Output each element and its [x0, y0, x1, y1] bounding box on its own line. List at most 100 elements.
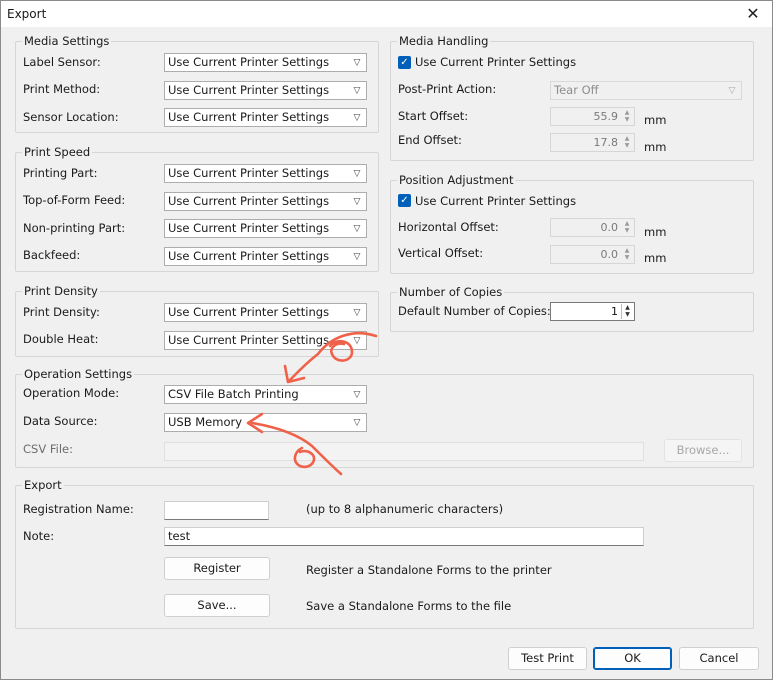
chevron-down-icon: ▽	[353, 308, 361, 318]
post-print-action-label: Post-Print Action:	[398, 82, 497, 96]
vertical-offset-spinner[interactable]: 0.0 ▲ ▼	[550, 245, 635, 264]
dialog-title: Export	[7, 7, 47, 21]
chevron-down-icon: ▽	[353, 390, 361, 400]
horizontal-offset-label: Horizontal Offset:	[398, 220, 499, 234]
backfeed-combo[interactable]: Use Current Printer Settings ▽	[164, 247, 367, 266]
csv-file-field[interactable]	[164, 442, 644, 461]
printing-part-combo[interactable]: Use Current Printer Settings ▽	[164, 164, 367, 183]
registration-name-label: Registration Name:	[23, 502, 134, 516]
export-title: Export	[22, 478, 64, 492]
spinner-arrows-icon[interactable]: ▲ ▼	[621, 135, 633, 150]
data-source-value: USB Memory	[168, 415, 243, 429]
printing-part-value: Use Current Printer Settings	[168, 166, 330, 180]
vertical-offset-label: Vertical Offset:	[398, 246, 484, 260]
operation-mode-combo[interactable]: CSV File Batch Printing ▽	[164, 385, 367, 404]
checkmark-icon: ✓	[400, 57, 409, 68]
horizontal-offset-unit: mm	[644, 225, 667, 239]
horizontal-offset-value: 0.0	[600, 221, 619, 234]
printing-part-label: Printing Part:	[23, 166, 98, 180]
registration-name-hint: (up to 8 alphanumeric characters)	[306, 502, 504, 516]
print-density-combo[interactable]: Use Current Printer Settings ▽	[164, 303, 367, 322]
browse-button[interactable]: Browse...	[664, 439, 742, 462]
number-of-copies-title: Number of Copies	[397, 285, 505, 299]
double-heat-value: Use Current Printer Settings	[168, 333, 330, 347]
post-print-action-combo[interactable]: Tear Off ▽	[550, 81, 742, 100]
end-offset-spinner[interactable]: 17.8 ▲ ▼	[550, 133, 635, 152]
end-offset-label: End Offset:	[398, 133, 462, 147]
export-dialog: Export ✕ Media Settings Label Sensor: Us…	[0, 0, 773, 680]
chevron-down-icon: ▽	[728, 86, 736, 96]
sensor-location-combo[interactable]: Use Current Printer Settings ▽	[164, 108, 367, 127]
print-density-value: Use Current Printer Settings	[168, 305, 330, 319]
position-adjustment-title: Position Adjustment	[397, 173, 516, 187]
media-handling-checkbox[interactable]: ✓	[398, 56, 411, 69]
backfeed-value: Use Current Printer Settings	[168, 249, 330, 263]
print-method-value: Use Current Printer Settings	[168, 83, 330, 97]
default-copies-value: 1	[611, 305, 618, 318]
chevron-down-icon: ▽	[353, 169, 361, 179]
media-handling-title: Media Handling	[397, 34, 491, 48]
test-print-button[interactable]: Test Print	[508, 647, 587, 670]
operation-settings-title: Operation Settings	[22, 367, 135, 381]
operation-mode-label: Operation Mode:	[23, 386, 120, 400]
chevron-down-icon: ▽	[353, 252, 361, 262]
chevron-down-icon: ▽	[353, 113, 361, 123]
post-print-action-value: Tear Off	[554, 83, 599, 97]
chevron-down-icon: ▽	[353, 86, 361, 96]
spinner-arrows-icon[interactable]: ▲ ▼	[621, 247, 633, 262]
spinner-arrows-icon[interactable]: ▲ ▼	[621, 304, 633, 319]
print-method-combo[interactable]: Use Current Printer Settings ▽	[164, 81, 367, 100]
media-handling-use-current-label: Use Current Printer Settings	[415, 55, 577, 69]
top-of-form-feed-value: Use Current Printer Settings	[168, 194, 330, 208]
top-of-form-feed-combo[interactable]: Use Current Printer Settings ▽	[164, 192, 367, 211]
default-copies-spinner[interactable]: 1 ▲ ▼	[550, 302, 635, 321]
position-adjustment-checkbox[interactable]: ✓	[398, 194, 411, 207]
media-settings-title: Media Settings	[22, 34, 112, 48]
position-adjustment-use-current-label: Use Current Printer Settings	[415, 194, 577, 208]
operation-mode-value: CSV File Batch Printing	[168, 387, 299, 401]
end-offset-value: 17.8	[593, 136, 619, 149]
print-density-title: Print Density	[22, 284, 100, 298]
registration-name-field[interactable]	[164, 501, 269, 520]
title-bar: Export ✕	[1, 1, 772, 27]
cancel-button[interactable]: Cancel	[679, 647, 759, 670]
double-heat-combo[interactable]: Use Current Printer Settings ▽	[164, 331, 367, 350]
print-method-label: Print Method:	[23, 82, 101, 96]
vertical-offset-unit: mm	[644, 251, 667, 265]
top-of-form-feed-label: Top-of-Form Feed:	[23, 193, 126, 207]
double-heat-label: Double Heat:	[23, 332, 99, 346]
chevron-down-icon: ▽	[353, 224, 361, 234]
start-offset-unit: mm	[644, 113, 667, 127]
register-button[interactable]: Register	[164, 557, 270, 580]
note-field[interactable]: test	[164, 527, 644, 546]
default-copies-label: Default Number of Copies:	[398, 304, 551, 318]
start-offset-spinner[interactable]: 55.9 ▲ ▼	[550, 107, 635, 126]
label-sensor-label: Label Sensor:	[23, 55, 101, 69]
horizontal-offset-spinner[interactable]: 0.0 ▲ ▼	[550, 218, 635, 237]
checkmark-icon: ✓	[400, 195, 409, 206]
register-description: Register a Standalone Forms to the print…	[306, 563, 552, 577]
print-speed-title: Print Speed	[22, 145, 93, 159]
note-label: Note:	[23, 529, 55, 543]
label-sensor-combo[interactable]: Use Current Printer Settings ▽	[164, 53, 367, 72]
non-printing-part-combo[interactable]: Use Current Printer Settings ▽	[164, 219, 367, 238]
chevron-down-icon: ▽	[353, 418, 361, 428]
start-offset-label: Start Offset:	[398, 109, 469, 123]
print-density-label: Print Density:	[23, 305, 100, 319]
ok-button[interactable]: OK	[593, 647, 672, 670]
save-description: Save a Standalone Forms to the file	[306, 599, 512, 613]
label-sensor-value: Use Current Printer Settings	[168, 55, 330, 69]
csv-file-label: CSV File:	[23, 442, 73, 456]
chevron-down-icon: ▽	[353, 336, 361, 346]
save-button[interactable]: Save...	[164, 594, 270, 617]
vertical-offset-value: 0.0	[600, 248, 619, 261]
backfeed-label: Backfeed:	[23, 248, 81, 262]
spinner-arrows-icon[interactable]: ▲ ▼	[621, 109, 633, 124]
spinner-arrows-icon[interactable]: ▲ ▼	[621, 220, 633, 235]
sensor-location-value: Use Current Printer Settings	[168, 110, 330, 124]
start-offset-value: 55.9	[593, 110, 619, 123]
sensor-location-label: Sensor Location:	[23, 110, 119, 124]
non-printing-part-label: Non-printing Part:	[23, 221, 126, 235]
data-source-combo[interactable]: USB Memory ▽	[164, 413, 367, 432]
close-icon[interactable]: ✕	[740, 3, 766, 25]
